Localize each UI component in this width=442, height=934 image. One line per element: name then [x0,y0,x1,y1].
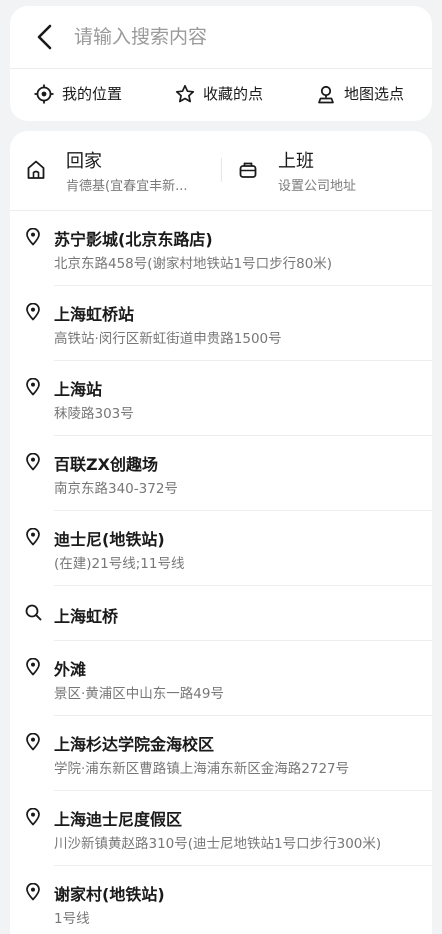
briefcase-icon [239,162,257,178]
result-address: 学院·浦东新区曹路镇上海浦东新区金海路2727号 [54,761,350,777]
home-shortcut[interactable]: 回家 肯德基(宜春宜丰新... [26,145,216,197]
result-title: 谢家村(地铁站) [54,885,165,904]
result-item[interactable]: 外滩 景区·黄浦区中山东一路49号 [10,641,432,716]
favorites-label: 收藏的点 [203,85,264,103]
result-title: 苏宁影城(北京东路店) [54,230,213,249]
result-address: (在建)21号线;11号线 [54,556,185,572]
star-icon [175,84,195,102]
work-address: 设置公司地址 [278,179,357,194]
result-item[interactable]: 谢家村(地铁站) 1号线 [10,866,432,934]
result-item[interactable]: 上海迪士尼度假区 川沙新镇黄赵路310号(迪士尼地铁站1号口步行300米) [10,791,432,866]
result-title: 上海虹桥站 [54,305,135,324]
quick-actions: 我的位置 收藏的点 地图选点 [10,69,432,121]
result-item[interactable]: 苏宁影城(北京东路店) 北京东路458号(谢家村地铁站1号口步行80米) [10,211,432,286]
result-title: 百联ZX创趣场 [54,455,158,474]
results-card: 回家 肯德基(宜春宜丰新... 上班 设置公司地址 苏宁影城(北京东路店) 北京… [10,131,432,934]
result-title: 上海迪士尼度假区 [54,810,183,829]
map-select-label: 地图选点 [344,85,405,103]
home-title: 回家 [66,151,102,172]
result-address: 景区·黄浦区中山东一路49号 [54,686,224,702]
location-pin-icon [26,303,40,321]
map-select-button[interactable]: 地图选点 [316,83,404,104]
result-address: 1号线 [54,911,90,927]
result-address: 北京东路458号(谢家村地铁站1号口步行80米) [54,256,333,272]
result-title: 上海杉达学院金海校区 [54,735,215,754]
work-shortcut[interactable]: 上班 设置公司地址 [238,145,418,197]
my-location-button[interactable]: 我的位置 [34,83,122,104]
result-title: 迪士尼(地铁站) [54,530,165,549]
home-icon [27,160,45,179]
search-icon [25,604,42,621]
result-item[interactable]: 上海杉达学院金海校区 学院·浦东新区曹路镇上海浦东新区金海路2727号 [10,716,432,791]
locate-icon [34,84,54,103]
search-input[interactable] [74,26,394,48]
result-address: 高铁站·闵行区新虹街道申贵路1500号 [54,331,282,347]
result-item[interactable]: 迪士尼(地铁站) (在建)21号线;11号线 [10,511,432,586]
map-pin-person-icon [318,85,334,103]
chevron-left-icon [37,24,52,50]
favorites-button[interactable]: 收藏的点 [175,83,263,104]
suggestion-text: 上海虹桥 [54,607,119,626]
result-title: 上海站 [54,380,103,399]
location-pin-icon [26,453,40,471]
result-address: 川沙新镇黄赵路310号(迪士尼地铁站1号口步行300米) [54,836,382,852]
location-pin-icon [26,658,40,676]
my-location-label: 我的位置 [62,85,123,103]
result-item[interactable]: 百联ZX创趣场 南京东路340-372号 [10,436,432,511]
result-title: 外滩 [54,660,87,679]
search-card: 我的位置 收藏的点 地图选点 [10,6,432,121]
location-pin-icon [26,733,40,751]
location-pin-icon [26,378,40,396]
home-address: 肯德基(宜春宜丰新... [66,179,188,194]
result-address: 南京东路340-372号 [54,481,178,497]
result-item[interactable]: 上海虹桥站 高铁站·闵行区新虹街道申贵路1500号 [10,286,432,361]
back-button[interactable] [22,14,68,60]
location-pin-icon [26,883,40,901]
shortcut-divider [221,158,222,182]
work-title: 上班 [278,151,314,172]
result-item[interactable]: 上海站 秣陵路303号 [10,361,432,436]
result-address: 秣陵路303号 [54,406,134,422]
location-pin-icon [26,528,40,546]
search-bar [10,6,432,68]
shortcut-row: 回家 肯德基(宜春宜丰新... 上班 设置公司地址 [10,131,432,210]
location-pin-icon [26,228,40,246]
location-pin-icon [26,808,40,826]
search-suggestion-item[interactable]: 上海虹桥 [10,586,432,641]
